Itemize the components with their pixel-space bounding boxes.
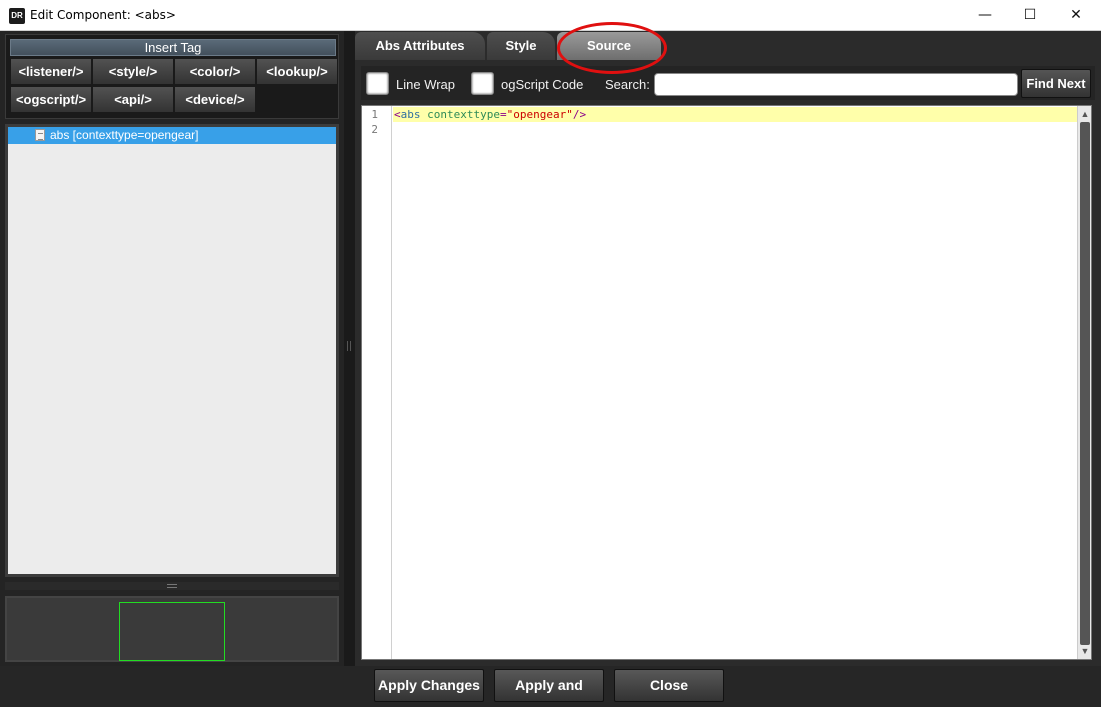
code-token-value: "opengear" [506, 108, 573, 121]
insert-ogscript-button[interactable]: <ogscript/> [10, 86, 92, 113]
code-token-close: /> [572, 108, 587, 121]
insert-api-button[interactable]: <api/> [92, 86, 174, 113]
ogscript-code-checkbox[interactable] [471, 72, 494, 95]
search-label: Search: [605, 77, 650, 92]
left-panel: Insert Tag <listener/> <style/> <color/>… [0, 31, 346, 707]
code-line-1[interactable]: <abs contexttype="opengear"/> [394, 107, 586, 122]
tree-item[interactable]: abs [contexttype=opengear] [8, 127, 336, 144]
insert-lookup-button[interactable]: <lookup/> [256, 58, 338, 85]
line-wrap-checkbox[interactable] [366, 72, 389, 95]
insert-tag-header: Insert Tag [10, 39, 336, 56]
find-next-button[interactable]: Find Next [1021, 69, 1091, 98]
source-editor[interactable]: 1 2 <abs contexttype="opengear"/> ▲ ▼ [361, 105, 1092, 660]
line-number-gutter: 1 2 [362, 106, 392, 659]
insert-color-button[interactable]: <color/> [174, 58, 256, 85]
editor-scrollbar[interactable]: ▲ ▼ [1077, 106, 1091, 659]
search-input[interactable] [654, 73, 1018, 96]
code-token-eq: = [499, 108, 507, 121]
document-icon [35, 129, 45, 141]
window-title: Edit Component: <abs> [30, 8, 176, 22]
close-button[interactable]: Close [614, 669, 724, 702]
vertical-splitter[interactable] [344, 31, 355, 666]
insert-device-button[interactable]: <device/> [174, 86, 256, 113]
apply-and-close-button[interactable]: Apply and Close [494, 669, 604, 702]
preview-panel [5, 596, 339, 662]
scroll-up-arrow-icon[interactable]: ▲ [1079, 108, 1091, 120]
splitter-grip-icon [167, 584, 177, 588]
splitter-grip-icon [347, 341, 351, 351]
component-tree: abs [contexttype=opengear] [5, 124, 339, 577]
tab-abs-attributes[interactable]: Abs Attributes [355, 32, 485, 60]
bottom-action-bar: Apply Changes Apply and Close Close [0, 666, 1101, 707]
line-number: 1 [371, 108, 378, 121]
insert-tag-panel: Insert Tag <listener/> <style/> <color/>… [5, 34, 339, 119]
maximize-button[interactable]: ☐ [1007, 0, 1053, 31]
tab-source[interactable]: Source [557, 32, 661, 60]
right-panel: Abs Attributes Style Source Line Wrap og… [355, 31, 1101, 666]
apply-changes-button[interactable]: Apply Changes [374, 669, 484, 702]
code-token-attr: contexttype [427, 108, 500, 121]
source-toolbar: Line Wrap ogScript Code Search: Find Nex… [361, 66, 1095, 100]
line-wrap-label: Line Wrap [396, 77, 456, 92]
insert-listener-button[interactable]: <listener/> [10, 58, 92, 85]
minimize-button[interactable]: — [962, 0, 1008, 31]
horizontal-splitter[interactable] [5, 582, 339, 590]
title-bar: DR Edit Component: <abs> — ☐ ✕ [0, 0, 1101, 31]
tab-style[interactable]: Style [487, 32, 555, 60]
code-token-open: < [394, 108, 401, 121]
line-number: 2 [371, 123, 378, 136]
app-icon: DR [9, 8, 25, 24]
preview-viewport-rect[interactable] [119, 602, 225, 661]
close-window-button[interactable]: ✕ [1053, 0, 1099, 31]
scrollbar-thumb[interactable] [1080, 122, 1090, 645]
tree-item-label: abs [contexttype=opengear] [50, 128, 199, 142]
ogscript-code-label: ogScript Code [501, 77, 584, 92]
code-token-tag: abs [400, 108, 421, 121]
scroll-down-arrow-icon[interactable]: ▼ [1079, 645, 1091, 657]
insert-style-button[interactable]: <style/> [92, 58, 174, 85]
